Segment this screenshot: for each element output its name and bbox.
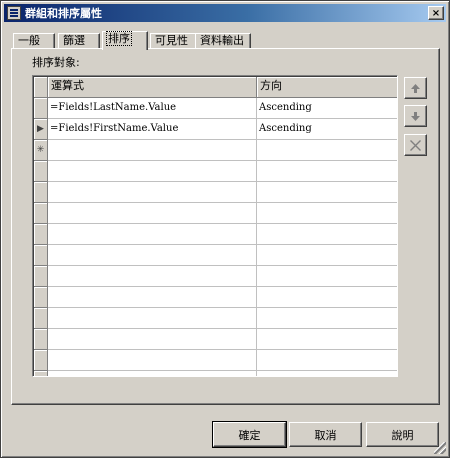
cancel-button[interactable]: 取消 [289, 422, 362, 447]
direction-cell[interactable]: Ascending [257, 98, 397, 119]
empty-cell [257, 371, 397, 376]
move-up-button[interactable] [404, 77, 427, 99]
direction-cell[interactable]: Ascending [257, 119, 397, 140]
empty-cell [48, 350, 257, 371]
row-selector [34, 287, 48, 308]
grid-header: 運算式 方向 [34, 77, 397, 98]
delete-icon [410, 139, 421, 151]
close-button[interactable]: × [428, 6, 444, 20]
empty-row [34, 182, 397, 203]
new-row-icon[interactable]: ✳ [34, 140, 48, 161]
tab-filter-label: 篩選 [63, 34, 85, 47]
move-down-icon [411, 111, 420, 121]
tab-general-label: 一般 [18, 34, 40, 47]
empty-cell [48, 329, 257, 350]
empty-cell [257, 182, 397, 203]
app-icon [7, 6, 21, 20]
header-direction[interactable]: 方向 [257, 77, 397, 98]
empty-cell [257, 224, 397, 245]
title-bar[interactable]: 群組和排序屬性 × [4, 4, 446, 22]
tab-data-output-label: 資料輸出 [200, 34, 244, 47]
current-row-indicator[interactable]: ▶ [34, 119, 48, 140]
table-row[interactable]: =Fields!LastName.Value Ascending [34, 98, 397, 119]
empty-cell [257, 161, 397, 182]
empty-row [34, 266, 397, 287]
empty-row [34, 371, 397, 376]
empty-cell [48, 371, 257, 376]
header-selector [34, 77, 48, 98]
empty-row [34, 287, 397, 308]
empty-cell [48, 182, 257, 203]
empty-cell [48, 308, 257, 329]
expression-cell[interactable]: =Fields!FirstName.Value [48, 119, 257, 140]
empty-cell [257, 329, 397, 350]
empty-cell [48, 266, 257, 287]
row-selector [34, 161, 48, 182]
row-selector [34, 224, 48, 245]
row-selector [34, 350, 48, 371]
window-title: 群組和排序屬性 [25, 7, 102, 20]
new-row[interactable]: ✳ [34, 140, 397, 161]
header-expression[interactable]: 運算式 [48, 77, 257, 98]
empty-cell [257, 266, 397, 287]
empty-cell [257, 203, 397, 224]
empty-row [34, 350, 397, 371]
delete-button[interactable] [404, 134, 427, 156]
row-selector [34, 371, 48, 376]
dialog-window: 群組和排序屬性 × 一般 篩選 排序 可見性 資料輸出 排序對象: 運算式 方向… [0, 0, 450, 458]
empty-row [34, 224, 397, 245]
row-selector [34, 245, 48, 266]
help-button[interactable]: 說明 [366, 422, 439, 447]
row-selector [34, 182, 48, 203]
empty-cell [257, 350, 397, 371]
empty-cell [257, 308, 397, 329]
expression-cell[interactable]: =Fields!LastName.Value [48, 98, 257, 119]
empty-row [34, 308, 397, 329]
table-row[interactable]: ▶ =Fields!FirstName.Value Ascending [34, 119, 397, 140]
empty-cell [48, 161, 257, 182]
empty-cell [257, 287, 397, 308]
empty-row [34, 329, 397, 350]
empty-cell [48, 224, 257, 245]
empty-cell [48, 287, 257, 308]
move-down-button[interactable] [404, 105, 427, 127]
tab-sort[interactable]: 排序 [102, 31, 148, 50]
tab-general[interactable]: 一般 [13, 33, 55, 49]
row-selector[interactable] [34, 98, 48, 119]
sort-by-label: 排序對象: [32, 56, 80, 69]
row-selector [34, 329, 48, 350]
direction-cell[interactable] [257, 140, 397, 161]
tab-data-output[interactable]: 資料輸出 [195, 33, 251, 49]
tab-visibility-label: 可見性 [155, 34, 188, 47]
empty-cell [48, 203, 257, 224]
row-selector [34, 203, 48, 224]
empty-cell [257, 245, 397, 266]
empty-row [34, 203, 397, 224]
empty-row [34, 161, 397, 182]
tab-visibility[interactable]: 可見性 [150, 33, 199, 49]
tab-sort-label: 排序 [106, 31, 132, 46]
row-selector [34, 266, 48, 287]
empty-cell [48, 245, 257, 266]
tab-filter[interactable]: 篩選 [58, 33, 100, 49]
move-up-icon [411, 83, 420, 93]
expression-cell[interactable] [48, 140, 257, 161]
sort-grid[interactable]: 運算式 方向 =Fields!LastName.Value Ascending … [32, 75, 398, 377]
empty-row [34, 245, 397, 266]
grid-rows: =Fields!LastName.Value Ascending ▶ =Fiel… [34, 98, 397, 376]
ok-button[interactable]: 確定 [212, 421, 287, 448]
resize-grip-icon[interactable] [434, 442, 446, 454]
row-selector [34, 308, 48, 329]
